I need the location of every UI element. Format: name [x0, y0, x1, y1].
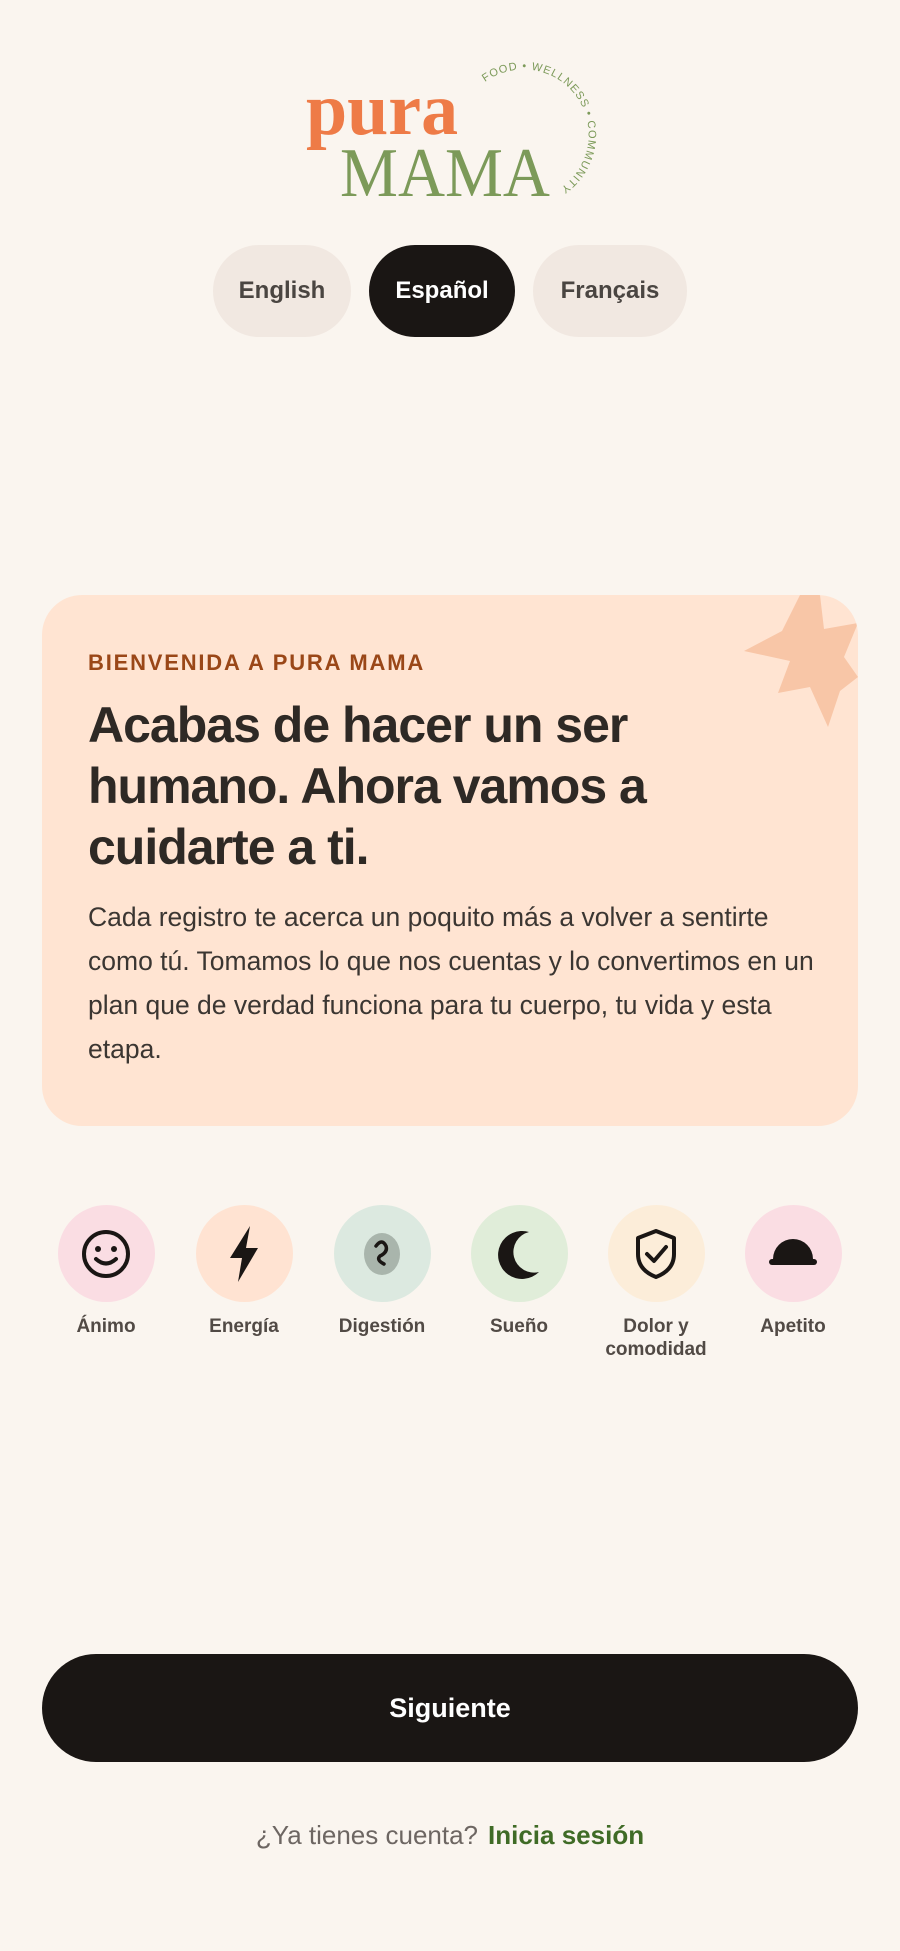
logo-mama: MAMA — [340, 135, 550, 212]
category-label: Apetito — [760, 1316, 826, 1337]
category-label: Ánimo — [76, 1316, 136, 1337]
category-energy: Energía — [169, 1205, 319, 1338]
card-headline: Acabas de hacer un ser humano. Ahora vam… — [88, 697, 647, 875]
category-mood: Ánimo — [31, 1205, 181, 1338]
tracking-categories: Ánimo Energía Digestión Sueño Dolor y co… — [0, 1205, 900, 1365]
category-pain-comfort: Dolor y comodidad — [581, 1205, 731, 1361]
category-label: Dolor y comodidad — [605, 1316, 707, 1360]
category-sleep: Sueño — [444, 1205, 594, 1338]
crescent-moon-icon — [498, 1230, 539, 1279]
shield-check-icon — [636, 1228, 676, 1279]
language-french-button[interactable]: Français — [533, 245, 687, 337]
signin-prompt: ¿Ya tienes cuenta? — [255, 1820, 479, 1850]
stomach-icon — [364, 1232, 400, 1275]
category-circle — [470, 1205, 568, 1302]
category-appetite: Apetito — [718, 1205, 868, 1338]
signin-row: ¿Ya tienes cuenta? Inicia sesión — [0, 1820, 900, 1851]
category-label: Digestión — [338, 1316, 426, 1337]
lightning-bolt-icon — [230, 1225, 258, 1282]
language-english-button[interactable]: English — [213, 245, 351, 337]
category-circle — [744, 1205, 842, 1302]
language-spanish-button[interactable]: Español — [369, 245, 515, 337]
brand-logo: pura MAMA FOOD • WELLNESS • COMMUNITY — [300, 52, 600, 212]
category-circle — [57, 1205, 155, 1302]
category-circle — [195, 1205, 293, 1302]
welcome-card: BIENVENIDA A PURA MAMA Acabas de hacer u… — [42, 595, 858, 1126]
category-label: Sueño — [489, 1316, 549, 1337]
category-digestion: Digestión — [307, 1205, 457, 1338]
category-circle — [607, 1205, 705, 1302]
signin-link[interactable]: Inicia sesión — [488, 1820, 644, 1850]
card-body: Cada registro te acerca un poquito más a… — [88, 902, 814, 1064]
language-selector: English Español Français — [0, 245, 900, 337]
card-eyebrow: BIENVENIDA A PURA MAMA — [88, 650, 426, 675]
next-button[interactable]: Siguiente — [42, 1654, 858, 1762]
bowl-icon — [769, 1238, 817, 1265]
category-label: Energía — [209, 1316, 279, 1337]
smiley-icon — [82, 1229, 130, 1278]
category-circle — [333, 1205, 431, 1302]
